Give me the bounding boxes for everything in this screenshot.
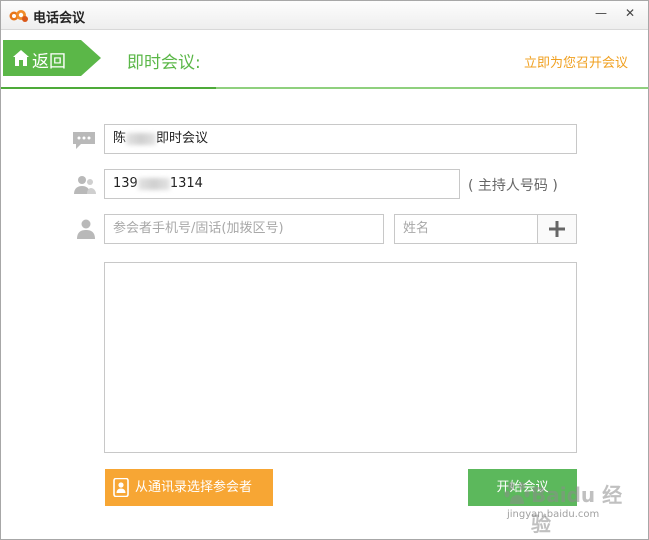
page-header: 返回 即时会议: 立即为您召开会议 [1, 31, 648, 89]
minimize-button[interactable]: — [591, 5, 611, 21]
host-phone-suffix: 1314 [169, 176, 203, 191]
title-bar: 电话会议 — ✕ [1, 1, 648, 30]
meeting-name-prefix: 陈 [113, 131, 127, 146]
message-icon [73, 132, 95, 149]
host-phone-input[interactable]: 139 1314 [104, 169, 460, 199]
watermark-url: jingyan.baidu.com [507, 509, 600, 520]
host-phone-prefix: 139 [113, 176, 138, 191]
participant-list[interactable] [104, 262, 577, 453]
redacted-blur [137, 177, 170, 190]
meeting-name-suffix: 即时会议 [156, 131, 209, 146]
participant-icon [77, 219, 95, 239]
start-meeting-button[interactable]: 开始会议 [468, 469, 577, 506]
redacted-blur [126, 132, 157, 145]
address-book-icon [113, 478, 129, 497]
select-from-contacts-button[interactable]: 从通讯录选择参会者 [105, 469, 273, 506]
start-now-link[interactable]: 立即为您召开会议 [524, 52, 628, 71]
participant-phone-input[interactable]: 参会者手机号/固话(加拨区号) [104, 214, 384, 244]
plus-icon [549, 221, 565, 237]
home-icon [13, 50, 29, 66]
back-button[interactable]: 返回 [3, 40, 101, 76]
app-logo-icon [9, 10, 28, 22]
contacts-button-label: 从通讯录选择参会者 [135, 480, 253, 495]
host-number-label: ( 主持人号码 ) [468, 178, 558, 194]
meeting-name-input[interactable]: 陈 即时会议 [104, 124, 577, 154]
back-label: 返回 [32, 52, 66, 72]
conference-window: 电话会议 — ✕ 返回 即时会议: 立即为您召开会议 陈 即时会议 139 131… [0, 0, 649, 540]
window-title: 电话会议 [33, 11, 86, 26]
page-title: 即时会议: [127, 53, 201, 73]
close-button[interactable]: ✕ [620, 5, 640, 21]
participant-name-input[interactable]: 姓名 [394, 214, 538, 244]
host-users-icon [74, 176, 96, 194]
add-participant-button[interactable] [537, 214, 577, 244]
header-divider-active [1, 87, 216, 89]
